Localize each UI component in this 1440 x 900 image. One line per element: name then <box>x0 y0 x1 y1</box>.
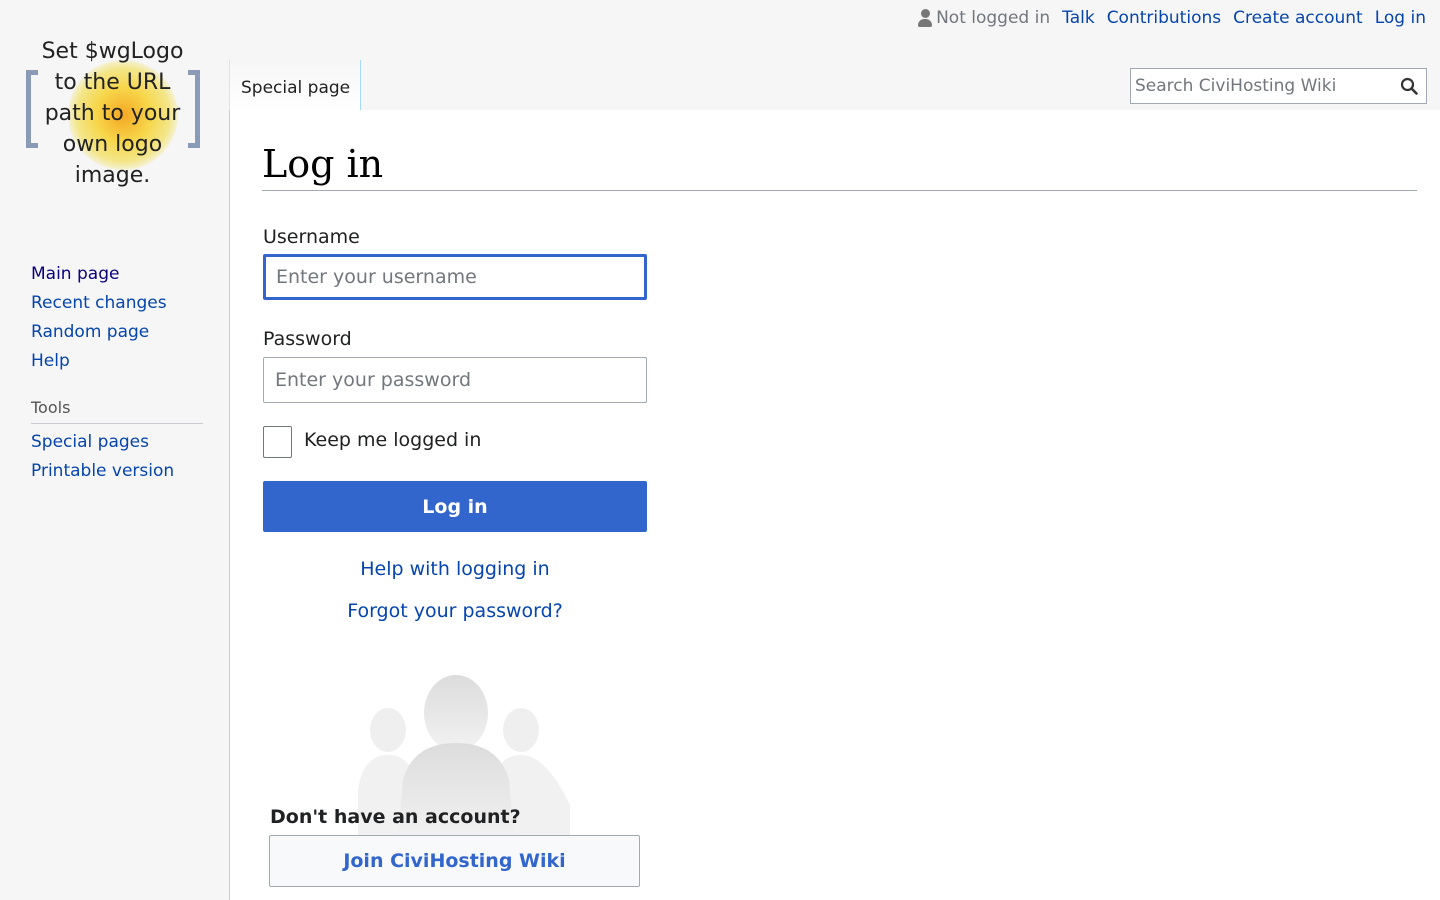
sidebar-link-special-pages[interactable]: Special pages <box>31 432 149 452</box>
not-logged-in-text: Not logged in <box>936 8 1051 28</box>
sidebar-link-printable-version[interactable]: Printable version <box>31 461 174 481</box>
forgot-password-link[interactable]: Forgot your password? <box>263 600 647 622</box>
search-input[interactable] <box>1131 69 1391 103</box>
remember-me-label[interactable]: Keep me logged in <box>304 429 481 451</box>
username-field[interactable] <box>263 254 647 300</box>
sidebar-item-special-pages[interactable]: Special pages <box>31 428 228 457</box>
sidebar: Main page Recent changes Random page Hel… <box>0 260 228 486</box>
personal-tools: Not logged in Talk Contributions Create … <box>918 8 1426 28</box>
sidebar-item-recent-changes[interactable]: Recent changes <box>31 289 228 318</box>
username-label: Username <box>263 226 360 248</box>
tab-special-page[interactable]: Special page <box>229 60 361 112</box>
search-icon[interactable] <box>1400 77 1418 95</box>
remember-me-checkbox[interactable] <box>263 426 292 458</box>
sidebar-link-help[interactable]: Help <box>31 351 70 371</box>
create-account-link[interactable]: Create account <box>1233 8 1363 28</box>
sidebar-item-help[interactable]: Help <box>31 347 228 376</box>
password-field[interactable] <box>263 357 647 403</box>
user-icon <box>918 9 933 27</box>
sidebar-item-main-page[interactable]: Main page <box>31 260 228 289</box>
not-logged-in-status: Not logged in <box>918 8 1050 28</box>
talk-link[interactable]: Talk <box>1062 8 1095 28</box>
navigation-list: Main page Recent changes Random page Hel… <box>0 260 228 376</box>
help-logging-in-link[interactable]: Help with logging in <box>263 558 647 580</box>
log-in-link[interactable]: Log in <box>1375 8 1426 28</box>
sidebar-link-recent-changes[interactable]: Recent changes <box>31 293 167 313</box>
tools-heading: Tools <box>31 398 203 424</box>
password-label: Password <box>263 328 352 350</box>
join-button[interactable]: Join CiviHosting Wiki <box>269 835 640 887</box>
sidebar-link-main-page[interactable]: Main page <box>31 264 119 284</box>
search-box[interactable] <box>1130 68 1427 104</box>
sidebar-item-printable-version[interactable]: Printable version <box>31 457 228 486</box>
no-account-heading: Don't have an account? <box>270 806 521 828</box>
site-logo[interactable]: Set $wgLogo to the URL path to your own … <box>20 30 205 205</box>
sidebar-link-random-page[interactable]: Random page <box>31 322 149 342</box>
logo-text: Set $wgLogo to the URL path to your own … <box>41 39 184 188</box>
content-area: Log in Username Password Keep me logged … <box>229 110 1440 900</box>
tools-list: Special pages Printable version <box>0 428 228 486</box>
contributions-link[interactable]: Contributions <box>1107 8 1221 28</box>
page-title: Log in <box>262 142 1417 191</box>
login-button[interactable]: Log in <box>263 481 647 532</box>
sidebar-item-random-page[interactable]: Random page <box>31 318 228 347</box>
